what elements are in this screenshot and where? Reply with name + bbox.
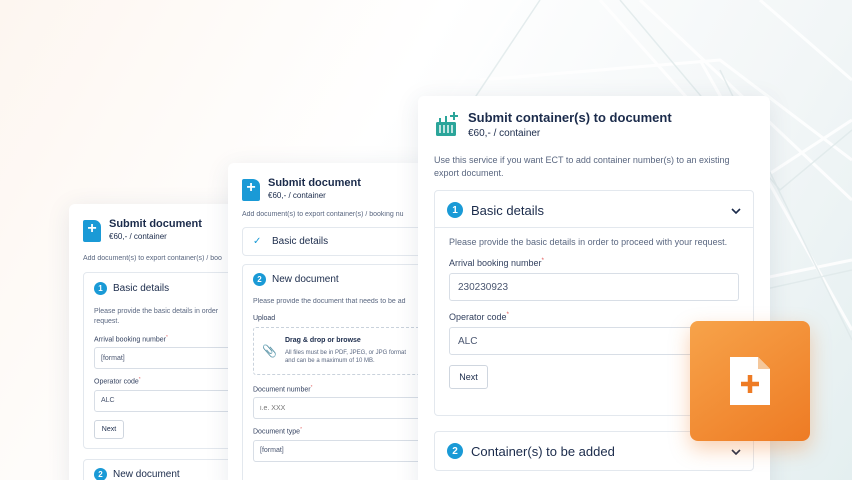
section-title: New document [272, 274, 339, 285]
step-number-badge: 2 [94, 467, 107, 480]
submit-document-card-back: Submit document €60,- / container Add do… [69, 204, 249, 480]
step-number-badge: 1 [447, 202, 463, 218]
section-header[interactable]: 1 Basic details [435, 191, 753, 228]
card-header: Submit container(s) to document €60,- / … [434, 110, 754, 139]
card-title: Submit container(s) to document [468, 110, 672, 125]
operator-code-label: Operator code* [94, 377, 141, 386]
document-number-label: Document number* [253, 385, 313, 394]
section-description: Please provide the basic details in orde… [449, 237, 728, 247]
check-icon: ✓ [253, 236, 262, 247]
basic-details-section[interactable]: ✓ Basic details [242, 227, 428, 256]
section-header: ✓ Basic details [253, 236, 423, 247]
arrival-booking-input[interactable]: 230230923 [449, 273, 739, 301]
card-price: €60,- / container [109, 232, 167, 241]
chevron-down-icon[interactable] [731, 201, 741, 219]
container-add-icon [436, 112, 458, 136]
next-button[interactable]: Next [449, 365, 488, 389]
operator-code-input[interactable]: ALC [94, 389, 244, 412]
next-button[interactable]: Next [94, 419, 124, 439]
card-header: Submit document €60,- / container [83, 218, 235, 242]
card-title: Submit document [109, 218, 202, 230]
new-document-section: 2 New document Please provide the docume… [242, 264, 428, 480]
upload-hint: All files must be in PDF, JPEG, or JPG f… [284, 350, 406, 364]
basic-details-section: 1 Basic details Please provide the basic… [83, 272, 249, 449]
step-number-badge: 1 [94, 282, 107, 295]
step-number-badge: 2 [447, 443, 463, 459]
section-title: Container(s) to be added [471, 443, 615, 459]
document-number-input[interactable] [253, 397, 423, 420]
arrival-booking-label: Arrival booking number* [94, 335, 168, 344]
submit-document-card-middle: Submit document €60,- / container Add do… [228, 163, 428, 480]
card-header: Submit document €60,- / container [242, 177, 414, 201]
card-description: Use this service if you want ECT to add … [434, 155, 730, 178]
card-title: Submit document [268, 177, 361, 189]
arrival-booking-label: Arrival booking number* [449, 257, 544, 268]
document-add-icon [730, 357, 770, 405]
chevron-down-icon[interactable] [731, 442, 741, 460]
card-description: Add document(s) to export container(s) /… [83, 255, 222, 262]
card-price: €60,- / container [268, 191, 326, 200]
document-add-icon [83, 220, 101, 242]
card-description: Add document(s) to export container(s) /… [242, 211, 404, 218]
section-title: Basic details [471, 202, 544, 218]
section-description: Please provide the basic details in orde… [94, 308, 219, 325]
card-price: €60,- / container [468, 128, 541, 139]
upload-title: Drag & drop or browse [284, 337, 361, 344]
paperclip-icon: 📎 [262, 344, 277, 358]
section-title: Basic details [272, 236, 329, 247]
document-type-label: Document type* [253, 427, 302, 436]
step-number-badge: 2 [253, 273, 266, 286]
section-header[interactable]: 2 New document [94, 467, 244, 480]
upload-label: Upload [253, 315, 276, 322]
document-add-icon [242, 179, 260, 201]
section-title: New document [113, 468, 180, 480]
document-type-select[interactable]: [format] [253, 439, 423, 462]
section-title: Basic details [113, 283, 170, 294]
section-header[interactable]: 2 New document [253, 273, 423, 286]
arrival-booking-input[interactable]: [format] [94, 347, 244, 370]
section-description: Please provide the document that needs t… [253, 298, 406, 305]
new-document-section: 2 New document [83, 458, 249, 480]
add-document-badge [690, 321, 810, 441]
upload-dropzone[interactable]: 📎 Drag & drop or browse All files must b… [253, 327, 423, 375]
section-header[interactable]: 1 Basic details [94, 282, 244, 295]
